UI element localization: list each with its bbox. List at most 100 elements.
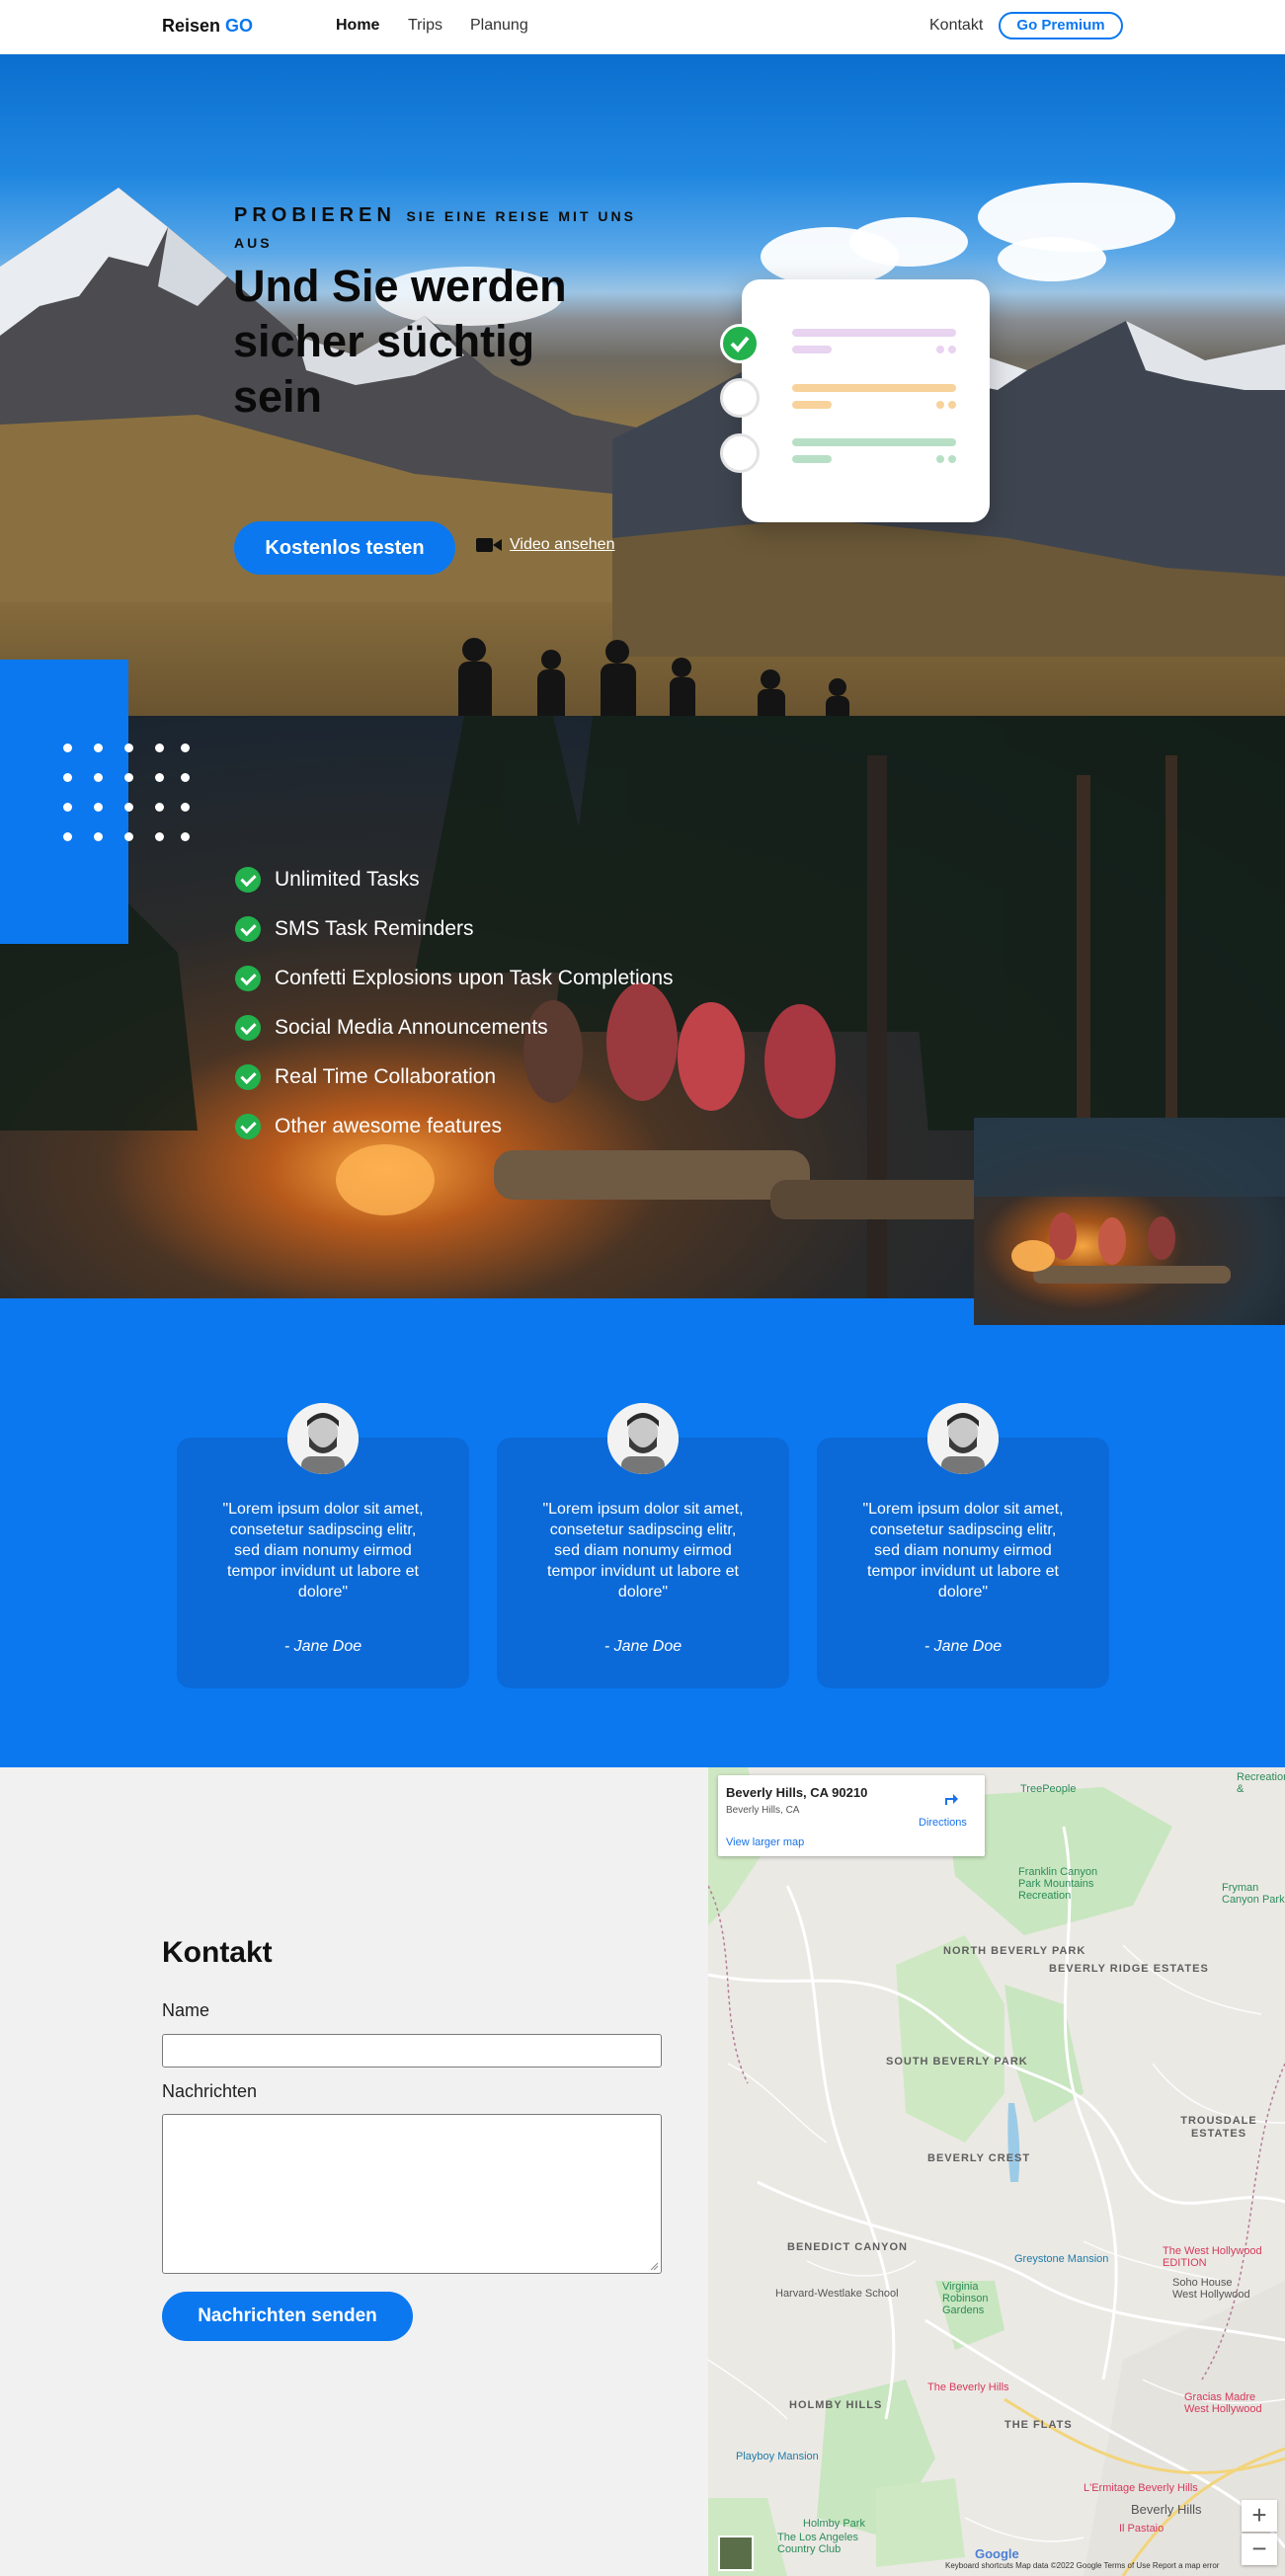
map-area-label: BEVERLY CREST [927, 2152, 1031, 2164]
send-message-button[interactable]: Nachrichten senden [162, 2292, 413, 2341]
hero-cloud [998, 237, 1106, 281]
feature-label: Unlimited Tasks [275, 868, 420, 891]
map-area-label: THE FLATS [1004, 2419, 1073, 2431]
feature-label: Other awesome features [275, 1115, 502, 1137]
name-input[interactable] [162, 2034, 662, 2068]
brand-logo[interactable]: Reisen GO [162, 16, 253, 37]
hero-kicker: PROBIEREN SIE EINE REISE MIT UNS AUS [234, 202, 659, 256]
green-check-icon [235, 1114, 261, 1139]
feature-item: Unlimited Tasks [235, 855, 674, 904]
green-check-icon [235, 966, 261, 991]
map-footer-links[interactable]: Keyboard shortcuts Map data ©2022 Google… [945, 2561, 1219, 2570]
decorative-dot [94, 803, 103, 812]
decorative-dot [181, 832, 190, 841]
nav-link-trips[interactable]: Trips [408, 17, 442, 35]
nav-link-kontakt[interactable]: Kontakt [929, 17, 983, 35]
hikers-silhouettes [458, 638, 849, 716]
map-zoom-out-button[interactable]: − [1242, 2534, 1277, 2565]
embedded-map[interactable]: Beverly Hills, CA 90210 Beverly Hills, C… [708, 1767, 1285, 2576]
green-check-icon [235, 1064, 261, 1090]
decorative-dot [124, 803, 133, 812]
view-larger-map-link[interactable]: View larger map [726, 1836, 804, 1848]
message-label: Nachrichten [162, 2081, 258, 2101]
top-navbar: Reisen GO Home Trips Planung Kontakt Go … [0, 0, 1285, 54]
map-info-card: Beverly Hills, CA 90210 Beverly Hills, C… [718, 1775, 985, 1856]
map-area-label: HOLMBY HILLS [789, 2399, 883, 2411]
map-poi-label[interactable]: Beverly Hills [1131, 2502, 1202, 2517]
task-bar [792, 384, 956, 392]
hero-title: Und Sie werden sicher süchtig sein [233, 261, 567, 422]
hero-kicker-big: PROBIEREN [234, 204, 396, 226]
task-bar [792, 438, 956, 446]
map-area-label: TROUSDALE ESTATES [1180, 2115, 1257, 2140]
map-poi-label[interactable]: Holmby Park [803, 2518, 865, 2530]
decorative-dot [155, 832, 164, 841]
nav-link-home[interactable]: Home [336, 17, 379, 35]
map-poi-label[interactable]: L'Ermitage Beverly Hills [1084, 2482, 1198, 2494]
decorative-dot [155, 773, 164, 782]
map-poi-label[interactable]: Soho House West Hollywood [1172, 2277, 1251, 2301]
avatar [927, 1403, 999, 1474]
decorative-dot [63, 803, 72, 812]
message-textarea[interactable] [162, 2114, 662, 2274]
decorative-blue-block [0, 660, 128, 944]
task-bar-dot [948, 455, 956, 463]
decorative-dot [94, 773, 103, 782]
task-bar-dot [936, 401, 944, 409]
try-free-button[interactable]: Kostenlos testen [234, 521, 455, 575]
feature-item: SMS Task Reminders [235, 904, 674, 954]
feature-item: Confetti Explosions upon Task Completion… [235, 954, 674, 1003]
hero-section [0, 54, 1285, 716]
decorative-dot [155, 803, 164, 812]
watch-video-link[interactable]: Video ansehen [476, 533, 614, 557]
decorative-dot [63, 773, 72, 782]
directions-icon[interactable] [941, 1789, 959, 1807]
nav-link-planung[interactable]: Planung [470, 17, 528, 35]
hero-cloud [849, 217, 968, 267]
feature-label: Real Time Collaboration [275, 1065, 497, 1088]
feature-item: Social Media Announcements [235, 1003, 674, 1053]
task-bar-dot [948, 346, 956, 353]
campfire-inset-photo [974, 1118, 1285, 1325]
google-logo: Google [975, 2546, 1019, 2561]
map-poi-label[interactable]: The West Hollywood EDITION [1163, 2245, 1281, 2269]
map-area-label: BEVERLY RIDGE ESTATES [1049, 1963, 1209, 1975]
task-check-circle[interactable] [720, 433, 760, 473]
map-poi-label[interactable]: Harvard-Westlake School [775, 2288, 899, 2300]
decorative-dot [124, 773, 133, 782]
decorative-dot [94, 743, 103, 752]
go-premium-button[interactable]: Go Premium [999, 12, 1123, 39]
task-check-circle[interactable] [720, 378, 760, 418]
decorative-dot [124, 743, 133, 752]
task-bar [792, 329, 956, 337]
map-zoom-in-button[interactable]: + [1242, 2500, 1277, 2532]
resize-handle-icon[interactable] [649, 2261, 659, 2271]
brand-main-text: Reisen [162, 16, 221, 36]
map-poi-label[interactable]: The Los Angeles Country Club [777, 2532, 896, 2555]
task-bar [792, 346, 832, 353]
task-check-circle-done[interactable] [720, 324, 760, 363]
map-poi-label[interactable]: Recreation & [1237, 1771, 1285, 1795]
testimonial-author: - Jane Doe [603, 1638, 683, 1655]
map-poi-label[interactable]: Fryman Canyon Park [1222, 1882, 1285, 1906]
feature-label: Social Media Announcements [275, 1016, 548, 1039]
map-poi-label[interactable]: Franklin Canyon Park Mountains Recreatio… [1018, 1866, 1107, 1902]
map-poi-label[interactable]: TreePeople [1020, 1783, 1076, 1795]
map-poi-label[interactable]: Virginia Robinson Gardens [942, 2281, 1021, 2316]
map-poi-label[interactable]: The Beverly Hills [927, 2381, 1009, 2393]
map-poi-label[interactable]: Gracias Madre West Hollywood [1184, 2391, 1283, 2415]
video-camera-icon [476, 538, 502, 552]
contact-title: Kontakt [162, 1936, 273, 1969]
feature-label: SMS Task Reminders [275, 917, 474, 940]
map-poi-label[interactable]: Greystone Mansion [1014, 2253, 1108, 2265]
map-area-label: NORTH BEVERLY PARK [943, 1945, 1086, 1957]
decorative-dot [63, 743, 72, 752]
map-layer-toggle[interactable] [718, 2536, 754, 2571]
map-poi-label[interactable]: Playboy Mansion [736, 2451, 819, 2462]
feature-list: Unlimited Tasks SMS Task Reminders Confe… [235, 855, 674, 1151]
map-poi-label[interactable]: Il Pastaio [1119, 2523, 1164, 2535]
task-bar-dot [936, 346, 944, 353]
directions-link[interactable]: Directions [919, 1817, 967, 1829]
watch-video-label: Video ansehen [510, 536, 615, 553]
avatar [607, 1403, 679, 1474]
